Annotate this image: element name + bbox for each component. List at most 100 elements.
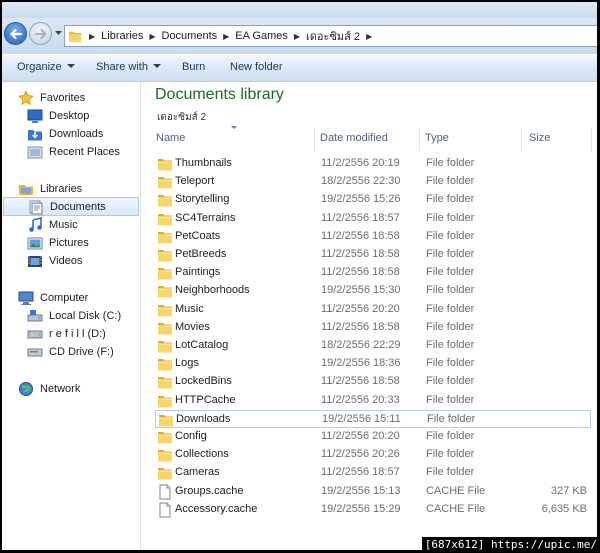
file-row[interactable]: Movies 11/2/2556 18:58 File folder: [155, 319, 591, 337]
nav-item-music[interactable]: Music: [27, 216, 78, 234]
nav-item-label: Local Disk (C:): [49, 310, 122, 322]
nav-computer-label: Computer: [40, 292, 89, 304]
folder-icon: [157, 429, 173, 445]
file-row[interactable]: LotCatalog 18/2/2556 22:29 File folder: [155, 337, 591, 355]
nav-item-label: r e f i l l (D:): [49, 328, 106, 340]
file-type: File folder: [426, 248, 475, 260]
nav-item-recent-places[interactable]: Recent Places: [27, 143, 120, 161]
file-type: File folder: [426, 357, 475, 370]
file-date: 11/2/2556 20:19: [321, 157, 400, 169]
file-name: Teleport: [175, 175, 215, 188]
file-row[interactable]: Downloads 19/2/2556 15:11 File folder: [155, 409, 591, 428]
folder-icon: [157, 393, 173, 409]
burn-button[interactable]: Burn: [182, 61, 205, 73]
nav-libraries[interactable]: Libraries: [18, 180, 82, 198]
file-type: File folder: [426, 266, 475, 279]
file-date: 11/2/2556 18:58: [321, 229, 400, 242]
column-divider[interactable]: [521, 128, 522, 152]
arrow-right-icon: [34, 28, 47, 39]
file-row[interactable]: HTTPCache 11/2/2556 20:33 File folder: [155, 392, 591, 410]
file-date: 19/2/2556 15:29: [321, 502, 401, 515]
file-type: File folder: [426, 229, 475, 242]
nav-item-videos[interactable]: Videos: [27, 252, 82, 270]
column-header-name[interactable]: Name: [156, 132, 185, 152]
recent-pages-dropdown[interactable]: [54, 28, 63, 38]
new-folder-button[interactable]: New folder: [230, 61, 283, 73]
file-row[interactable]: PetBreeds 11/2/2556 18:58 File folder: [155, 246, 591, 264]
file-row[interactable]: Paintings 11/2/2556 18:58 File folder: [155, 264, 591, 282]
nav-item-documents[interactable]: Documents: [3, 197, 139, 216]
file-date: 11/2/2556 18:58: [321, 266, 400, 279]
breadcrumb-separator-icon[interactable]: ▶: [223, 32, 229, 41]
column-header-size[interactable]: Size: [529, 132, 550, 152]
breadcrumb-separator-icon[interactable]: ▶: [149, 32, 155, 41]
file-row[interactable]: Config 11/2/2556 20:20 File folder: [155, 428, 591, 446]
nav-item-downloads[interactable]: Downloads: [27, 125, 103, 143]
file-row[interactable]: SC4Terrains 11/2/2556 18:57 File folder: [155, 210, 591, 228]
file-icon: [157, 484, 173, 500]
file-name: Movies: [175, 320, 210, 333]
breadcrumb-item[interactable]: Libraries: [99, 30, 145, 42]
file-name: Accessory.cache: [175, 502, 258, 515]
organize-button[interactable]: Organize: [17, 61, 75, 73]
nav-item-drive-d[interactable]: r e f i l l (D:): [27, 325, 106, 343]
file-row[interactable]: PetCoats 11/2/2556 18:58 File folder: [155, 228, 591, 246]
nav-network[interactable]: Network: [18, 380, 80, 398]
file-row[interactable]: Logs 19/2/2556 18:36 File folder: [155, 355, 591, 373]
file-type: File folder: [426, 375, 475, 388]
forward-button[interactable]: [29, 22, 52, 45]
file-row[interactable]: Collections 11/2/2556 20:26 File folder: [155, 446, 591, 464]
breadcrumb: ▶ Libraries ▶ Documents ▶ EA Games ▶ เดอะซิมส์ …: [85, 26, 376, 46]
address-bar[interactable]: ▶ Libraries ▶ Documents ▶ EA Games ▶ เดอะซิมส์ …: [64, 25, 597, 47]
nav-item-desktop[interactable]: Desktop: [27, 107, 89, 125]
nav-item-cd-drive-f[interactable]: CD Drive (F:): [27, 343, 114, 361]
file-date: 11/2/2556 18:58: [321, 248, 400, 260]
file-row[interactable]: Neighborhoods 19/2/2556 15:30 File folder: [155, 282, 591, 300]
breadcrumb-separator-icon[interactable]: ▶: [366, 32, 372, 41]
nav-item-local-disk-c[interactable]: Local Disk (C:): [27, 307, 121, 325]
nav-favorites[interactable]: Favorites: [18, 89, 85, 107]
burn-label: Burn: [182, 61, 206, 73]
file-row[interactable]: Storytelling 19/2/2556 15:26 File folder: [155, 191, 591, 209]
file-row[interactable]: Accessory.cache 19/2/2556 15:29 CACHE File…: [155, 501, 591, 519]
organize-label: Organize: [17, 61, 62, 73]
column-header-type[interactable]: Type: [425, 132, 449, 152]
file-date: 19/2/2556 15:11: [322, 412, 401, 425]
folder-icon: [68, 31, 82, 42]
nav-item-label: CD Drive (F:): [49, 346, 114, 358]
file-row[interactable]: LockedBins 11/2/2556 18:58 File folder: [155, 373, 591, 391]
breadcrumb-separator-icon[interactable]: ▶: [89, 32, 95, 41]
watermark: [687x612] https://upic.me/: [421, 537, 600, 553]
column-divider[interactable]: [419, 128, 420, 152]
file-name: Collections: [175, 448, 229, 461]
file-name: Thumbnails: [175, 157, 232, 169]
nav-item-label: Music: [49, 219, 78, 231]
libraries-icon: [18, 181, 34, 197]
file-date: 19/2/2556 18:36: [321, 357, 401, 370]
file-name: LotCatalog: [175, 339, 229, 351]
breadcrumb-separator-icon[interactable]: ▶: [294, 32, 300, 41]
breadcrumb-item[interactable]: EA Games: [233, 30, 290, 42]
file-row[interactable]: Cameras 11/2/2556 18:57 File folder: [155, 464, 591, 482]
column-divider[interactable]: [314, 128, 315, 152]
nav-computer[interactable]: Computer: [18, 289, 88, 307]
file-name: HTTPCache: [175, 393, 236, 406]
column-divider[interactable]: [591, 128, 592, 152]
file-name: Downloads: [176, 412, 231, 425]
hard-drive-icon: [27, 308, 43, 324]
folder-icon: [157, 174, 173, 190]
file-row[interactable]: Thumbnails 11/2/2556 20:19 File folder: [155, 155, 591, 173]
breadcrumb-item[interactable]: Documents: [160, 30, 220, 42]
folder-icon: [157, 302, 173, 318]
share-with-button[interactable]: Share with: [96, 61, 161, 73]
column-header-date[interactable]: Date modified: [320, 132, 388, 152]
file-row[interactable]: Groups.cache 19/2/2556 15:13 CACHE File 327…: [155, 483, 591, 501]
nav-item-label: Documents: [50, 200, 106, 213]
nav-item-pictures[interactable]: Pictures: [27, 234, 89, 252]
folder-icon: [157, 192, 173, 208]
file-date: 19/2/2556 15:13: [321, 484, 401, 497]
file-row[interactable]: Teleport 18/2/2556 22:30 File folder: [155, 173, 591, 191]
back-button[interactable]: [4, 22, 27, 45]
file-row[interactable]: Music 11/2/2556 20:20 File folder: [155, 301, 591, 319]
breadcrumb-item[interactable]: เดอะซิมส์ 2: [304, 27, 362, 45]
